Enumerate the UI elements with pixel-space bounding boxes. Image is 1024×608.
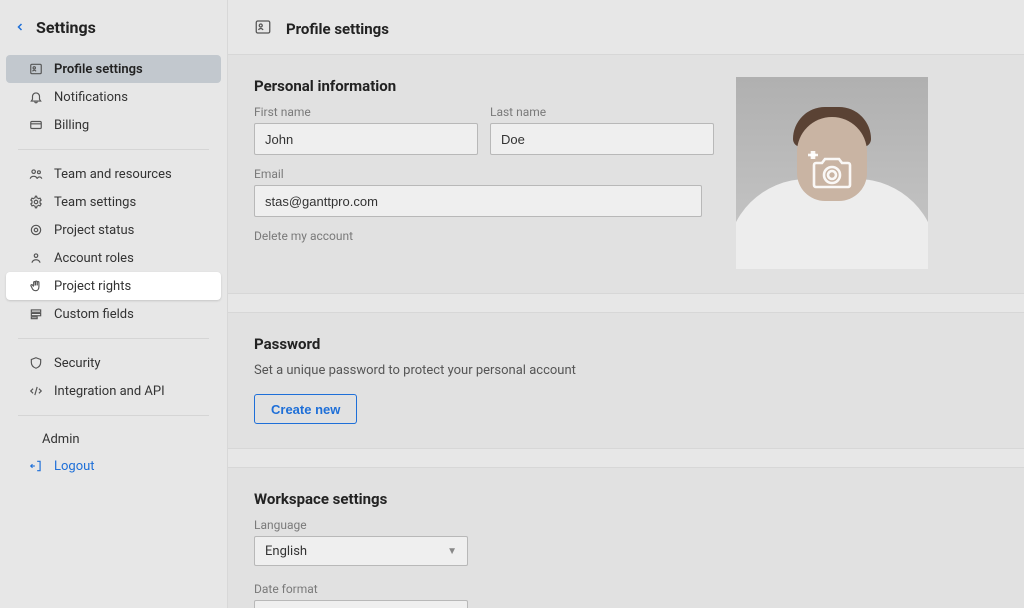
first-name-label: First name xyxy=(254,105,478,119)
sidebar-admin-label: Admin xyxy=(0,426,227,452)
main-content: Profile settings Personal information Fi… xyxy=(228,0,1024,608)
sidebar-item-label: Team settings xyxy=(54,195,136,210)
sidebar-item-label: Logout xyxy=(54,459,95,474)
language-value: English xyxy=(265,544,307,559)
status-icon xyxy=(28,223,44,237)
sidebar-item-label: Project status xyxy=(54,223,134,238)
sidebar-item-project-rights[interactable]: Project rights xyxy=(6,272,221,300)
sidebar-item-custom-fields[interactable]: Custom fields xyxy=(6,300,221,328)
last-name-input[interactable] xyxy=(490,123,714,155)
shield-icon xyxy=(28,356,44,370)
sidebar-item-team-settings[interactable]: Team settings xyxy=(6,188,221,216)
first-name-input[interactable] xyxy=(254,123,478,155)
email-input[interactable] xyxy=(254,185,702,217)
section-heading: Password xyxy=(254,335,998,353)
sidebar-item-label: Project rights xyxy=(54,279,131,294)
camera-upload-icon[interactable] xyxy=(807,151,857,195)
chevron-down-icon: ▼ xyxy=(447,546,457,557)
hand-icon xyxy=(28,279,44,293)
workspace-section: Workspace settings Language English ▼ Da… xyxy=(228,467,1024,608)
sidebar-item-label: Notifications xyxy=(54,90,128,105)
back-chevron-icon[interactable] xyxy=(14,18,26,37)
api-icon xyxy=(28,384,44,398)
language-label: Language xyxy=(254,518,468,532)
sidebar-divider xyxy=(18,149,209,150)
logout-icon xyxy=(28,459,44,473)
sidebar-item-account-roles[interactable]: Account roles xyxy=(6,244,221,272)
sidebar-item-label: Billing xyxy=(54,118,89,133)
sidebar-item-team-resources[interactable]: Team and resources xyxy=(6,160,221,188)
create-password-button[interactable]: Create new xyxy=(254,394,357,424)
sidebar-item-security[interactable]: Security xyxy=(6,349,221,377)
user-card-icon xyxy=(254,18,272,40)
sidebar-item-logout[interactable]: Logout xyxy=(6,452,221,480)
page-title: Profile settings xyxy=(286,20,389,38)
sidebar-title: Settings xyxy=(36,18,96,37)
bell-icon xyxy=(28,90,44,104)
sidebar-item-notifications[interactable]: Notifications xyxy=(6,83,221,111)
personal-info-section: Personal information First name Last nam… xyxy=(228,54,1024,294)
sidebar-item-label: Account roles xyxy=(54,251,134,266)
sidebar-divider xyxy=(18,415,209,416)
avatar-image xyxy=(736,77,928,269)
user-role-icon xyxy=(28,251,44,265)
sidebar-item-label: Custom fields xyxy=(54,307,134,322)
sidebar-item-label: Security xyxy=(54,356,101,371)
sidebar-item-label: Integration and API xyxy=(54,384,165,399)
password-hint: Set a unique password to protect your pe… xyxy=(254,363,998,378)
sidebar-item-label: Team and resources xyxy=(54,167,172,182)
password-section: Password Set a unique password to protec… xyxy=(228,312,1024,449)
users-icon xyxy=(28,167,44,181)
last-name-label: Last name xyxy=(490,105,714,119)
date-format-select[interactable]: 01.26.1993 | MM.DD.YYYY ▼ xyxy=(254,600,468,608)
sidebar-item-billing[interactable]: Billing xyxy=(6,111,221,139)
card-icon xyxy=(28,118,44,132)
sidebar-item-project-status[interactable]: Project status xyxy=(6,216,221,244)
sidebar-divider xyxy=(18,338,209,339)
user-card-icon xyxy=(28,62,44,76)
section-heading: Personal information xyxy=(254,77,714,95)
sidebar-item-integration[interactable]: Integration and API xyxy=(6,377,221,405)
delete-account-link[interactable]: Delete my account xyxy=(254,229,714,243)
date-format-label: Date format xyxy=(254,582,468,596)
email-label: Email xyxy=(254,167,702,181)
gear-icon xyxy=(28,195,44,209)
sidebar-header: Settings xyxy=(0,12,227,51)
sidebar-item-profile-settings[interactable]: Profile settings xyxy=(6,55,221,83)
fields-icon xyxy=(28,307,44,321)
settings-sidebar: Settings Profile settings Notifications … xyxy=(0,0,228,608)
section-heading: Workspace settings xyxy=(254,490,998,508)
language-select[interactable]: English ▼ xyxy=(254,536,468,566)
sidebar-item-label: Profile settings xyxy=(54,62,143,77)
page-header: Profile settings xyxy=(228,0,1024,54)
